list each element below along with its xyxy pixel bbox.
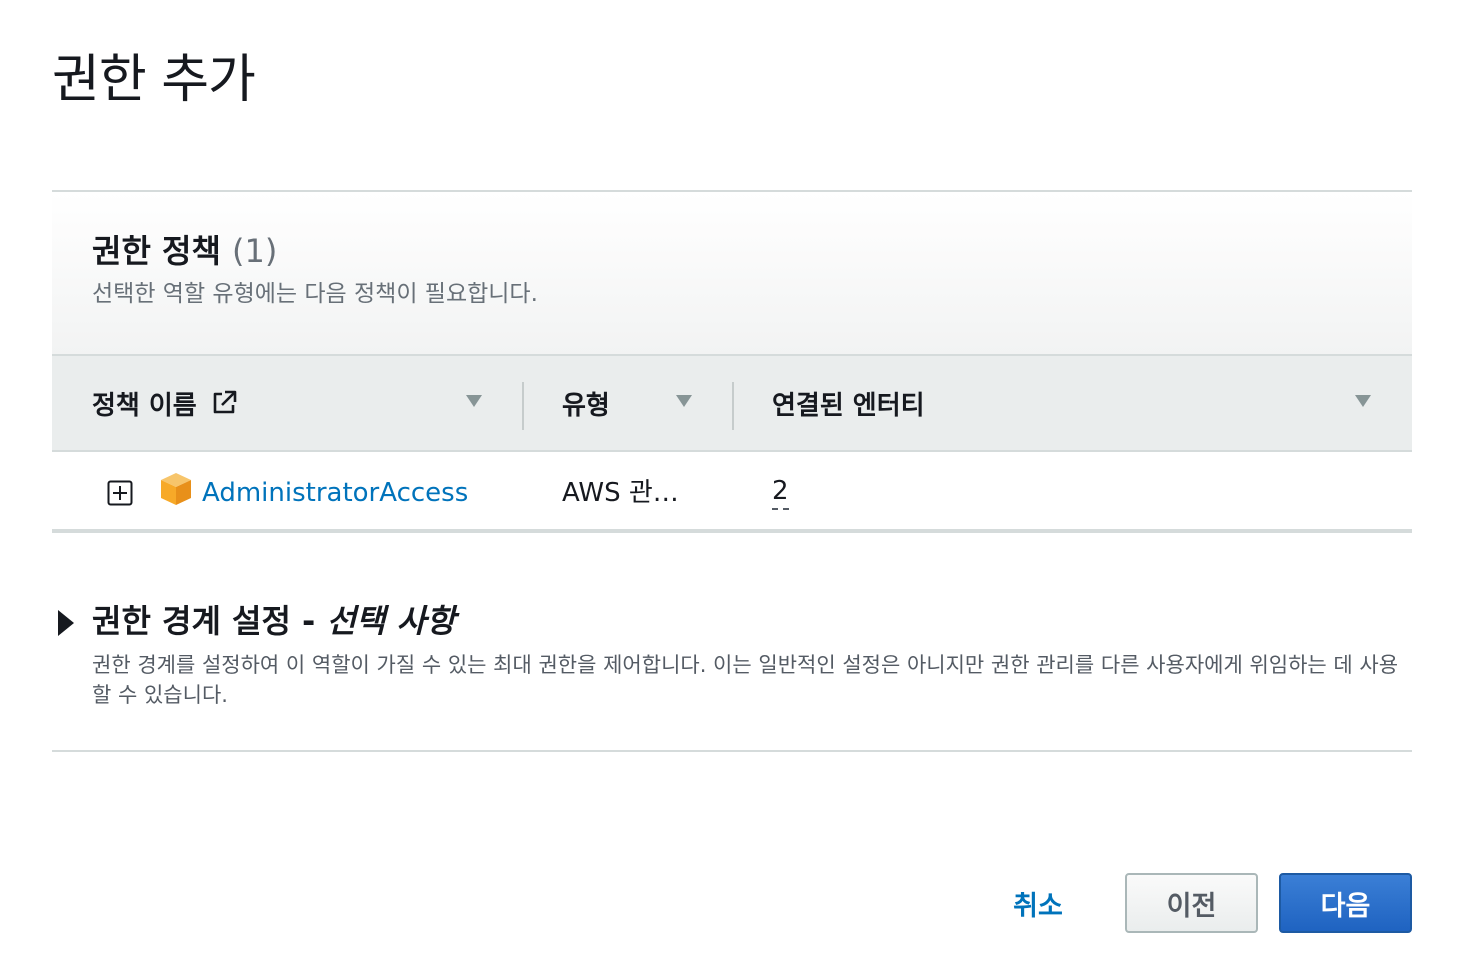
page-title: 권한 추가 xyxy=(52,50,256,110)
column-header-policy-name[interactable]: 정책 이름 xyxy=(92,356,239,450)
boundary-title-label: 권한 경계 설정 - xyxy=(92,602,327,640)
sort-entities-caret-down-icon[interactable] xyxy=(1355,395,1371,407)
aws-box-icon xyxy=(161,473,191,505)
attached-entities-count[interactable]: 2 xyxy=(772,474,789,510)
column-header-type[interactable]: 유형 xyxy=(562,356,610,450)
external-link-icon[interactable] xyxy=(209,388,239,418)
boundary-description: 권한 경계를 설정하여 이 역할이 가질 수 있는 최대 권한을 제어합니다. … xyxy=(92,653,1399,707)
policies-heading-label: 권한 정책 xyxy=(92,232,221,270)
column-header-type-label: 유형 xyxy=(562,390,610,421)
plus-box-icon[interactable] xyxy=(107,480,133,506)
caret-right-icon[interactable] xyxy=(58,610,74,636)
sort-type-caret-down-icon[interactable] xyxy=(676,395,692,407)
policies-count: (1) xyxy=(232,232,278,270)
column-header-policy-name-label: 정책 이름 xyxy=(92,390,197,421)
cancel-button[interactable]: 취소 xyxy=(994,874,1082,932)
policies-header: 권한 정책 (1) 선택한 역할 유형에는 다음 정책이 필요합니다. xyxy=(52,192,1412,355)
table-header: 정책 이름 유형 연결된 엔터티 xyxy=(52,354,1412,452)
policy-type: AWS 관리형 xyxy=(562,478,686,508)
column-header-attached-entities[interactable]: 연결된 엔터티 xyxy=(772,356,925,450)
policies-description: 선택한 역할 유형에는 다음 정책이 필요합니다. xyxy=(92,281,538,307)
column-separator xyxy=(522,382,524,430)
sort-policy-name-caret-down-icon[interactable] xyxy=(466,395,482,407)
permission-policies-table: 권한 정책 (1) 선택한 역할 유형에는 다음 정책이 필요합니다. 정책 이… xyxy=(52,190,1412,535)
policy-name-link[interactable]: AdministratorAccess xyxy=(202,474,478,512)
column-header-entities-label: 연결된 엔터티 xyxy=(772,390,925,421)
table-row: AdministratorAccess AWS 관리형 2 xyxy=(52,452,1412,533)
column-separator xyxy=(732,382,734,430)
divider xyxy=(52,750,1412,752)
previous-button[interactable]: 이전 xyxy=(1125,873,1258,933)
next-button[interactable]: 다음 xyxy=(1279,873,1412,933)
boundary-optional-label: 선택 사항 xyxy=(326,602,456,640)
permissions-boundary-toggle[interactable]: 권한 경계 설정 - 선택 사항 xyxy=(92,598,455,644)
policies-heading: 권한 정책 (1) xyxy=(92,230,277,272)
